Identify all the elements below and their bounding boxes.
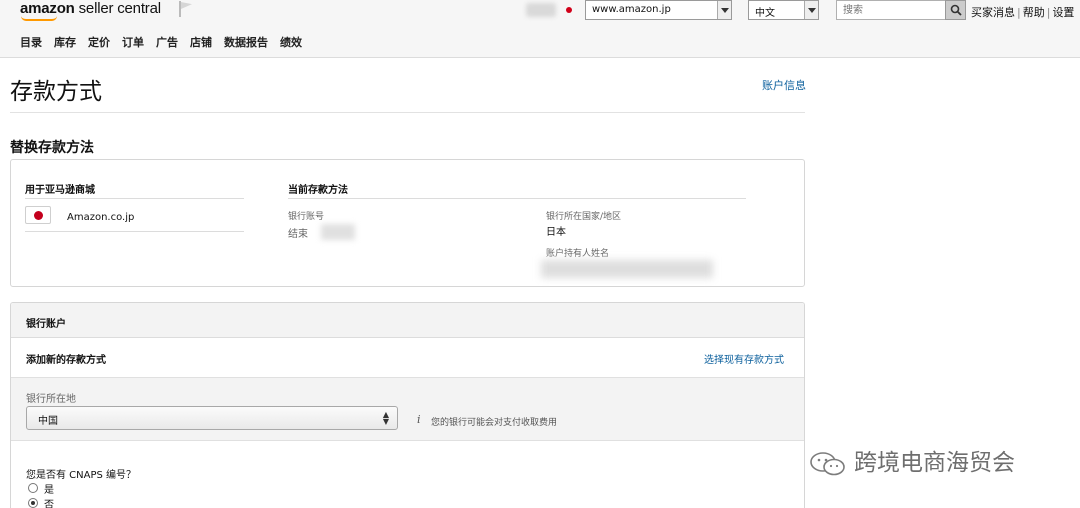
nav-item-performance[interactable]: 绩效 — [280, 36, 302, 49]
nav-item-inventory[interactable]: 库存 — [54, 36, 76, 49]
logo-seller-central-text: seller central — [78, 0, 161, 17]
store-column-heading: 用于亚马逊商城 — [25, 185, 95, 196]
help-link[interactable]: 帮助 — [1023, 6, 1045, 19]
amazon-seller-central-logo[interactable]: amazon seller central — [20, 0, 161, 17]
cnaps-question: 您是否有 CNAPS 编号？ — [26, 470, 137, 481]
cnaps-no-radio[interactable] — [28, 498, 38, 508]
bank-account-panel: 银行账户 添加新的存款方式 选择现有存款方式 银行所在地 中国 ▲ ▼ i 您的银… — [10, 302, 805, 508]
panel-header: 银行账户 — [11, 303, 804, 338]
panel-title: 银行账户 — [26, 319, 66, 330]
divider — [25, 231, 244, 232]
divider — [288, 198, 746, 199]
nav-item-orders[interactable]: 订单 — [122, 36, 144, 49]
chevron-down-icon — [717, 1, 731, 19]
select-updown-icon: ▲ ▼ — [382, 410, 389, 426]
section-title: 替换存款方法 — [10, 140, 94, 156]
japan-flag-icon — [566, 7, 572, 13]
nav-item-reports[interactable]: 数据报告 — [224, 36, 268, 49]
marketplace-select[interactable]: www.amazon.jp — [585, 0, 732, 20]
buyer-messages-link[interactable]: 买家消息 — [971, 6, 1015, 19]
divider — [25, 198, 244, 199]
nav-item-pricing[interactable]: 定价 — [88, 36, 110, 49]
search-button[interactable] — [945, 0, 966, 20]
account-holder-label: 账户持有人姓名 — [546, 249, 610, 259]
bank-location-select[interactable]: 中国 ▲ ▼ — [26, 406, 398, 430]
flag-icon[interactable] — [178, 1, 192, 17]
nav-item-stores[interactable]: 店铺 — [190, 36, 212, 49]
language-select[interactable]: 中文 — [748, 0, 819, 20]
bank-location-value: 中国 — [38, 416, 58, 427]
separator: | — [1017, 6, 1021, 19]
main-nav: 目录 库存 定价 订单 广告 店铺 数据报告 绩效 — [20, 34, 314, 50]
search-icon — [950, 4, 962, 16]
info-icon: i — [417, 413, 421, 426]
fee-note: 您的银行可能会对支付收取费用 — [431, 418, 558, 428]
wechat-icon — [810, 451, 845, 475]
watermark: 跨境电商海贸会 — [808, 443, 1015, 478]
amazon-smile-icon — [21, 16, 57, 21]
logo-amazon-text: amazon — [20, 0, 75, 17]
chevron-down-icon — [804, 1, 818, 19]
language-select-value: 中文 — [755, 8, 775, 19]
choose-existing-method-link[interactable]: 选择现有存款方式 — [704, 351, 784, 366]
watermark-text: 跨境电商海贸会 — [854, 450, 1015, 476]
current-method-heading: 当前存款方法 — [288, 185, 348, 196]
cnaps-yes-label[interactable]: 是 — [44, 481, 54, 496]
bank-country-value: 日本 — [546, 227, 566, 238]
bank-country-label: 银行所在国家/地区 — [546, 212, 622, 222]
blurred-account-name — [526, 3, 556, 17]
separator: | — [1046, 6, 1051, 19]
account-info-link[interactable]: 账户信息 — [762, 77, 806, 93]
japan-flag-icon — [25, 206, 51, 224]
add-new-method-heading: 添加新的存款方式 — [26, 355, 106, 366]
store-name: Amazon.co.jp — [67, 212, 135, 223]
blurred-holder-name — [541, 260, 713, 278]
cnaps-yes-radio[interactable] — [28, 483, 38, 493]
marketplace-select-value: www.amazon.jp — [592, 4, 671, 15]
page-title: 存款方式 — [10, 79, 102, 105]
blurred-account-number — [321, 224, 355, 240]
top-links: 买家消息 | 帮助 | 设置 — [971, 4, 1074, 20]
nav-item-advertising[interactable]: 广告 — [156, 36, 178, 49]
settings-link[interactable]: 设置 — [1052, 6, 1074, 19]
top-bar: amazon seller central www.amazon.jp 中文 买… — [0, 0, 1080, 58]
bank-account-value: 结束 — [288, 229, 308, 240]
cnaps-no-label[interactable]: 否 — [44, 496, 54, 508]
bank-location-section: 银行所在地 中国 ▲ ▼ i 您的银行可能会对支付收取费用 — [11, 377, 804, 441]
nav-item-catalog[interactable]: 目录 — [20, 36, 42, 49]
divider — [10, 112, 805, 113]
bank-location-label: 银行所在地 — [26, 394, 76, 405]
bank-account-label: 银行账号 — [288, 212, 325, 222]
current-method-card: 用于亚马逊商城 Amazon.co.jp 当前存款方法 银行账号 结束 银行所在… — [10, 159, 805, 287]
